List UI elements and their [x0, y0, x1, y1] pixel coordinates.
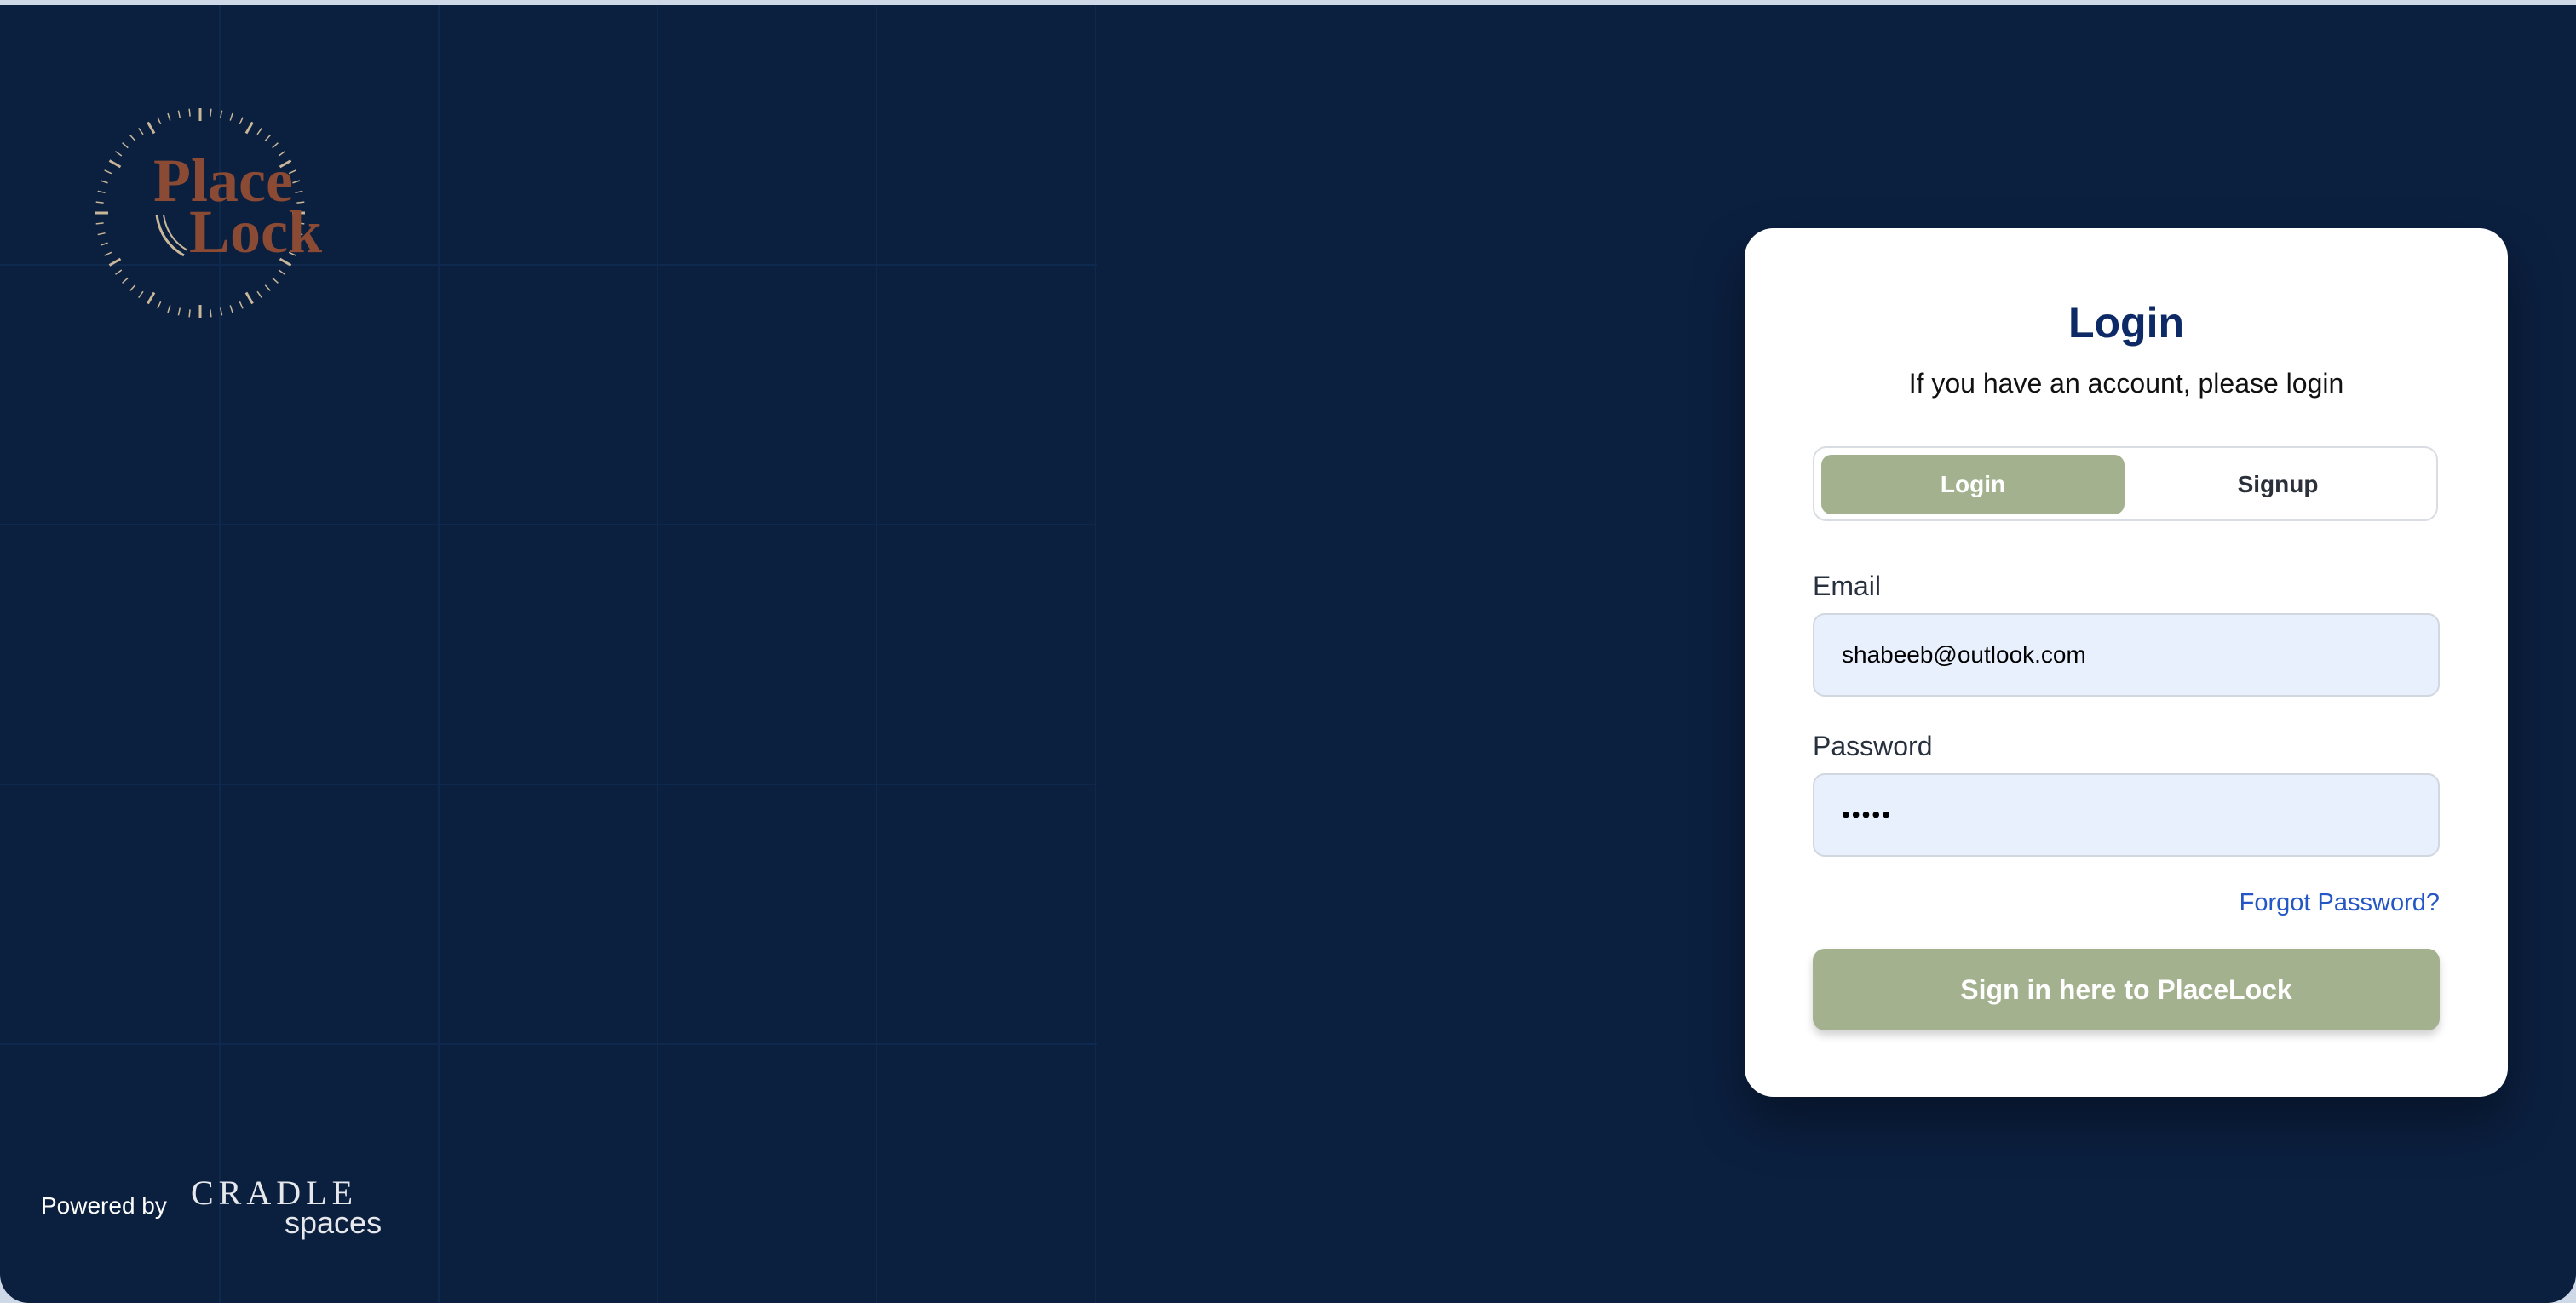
- logo-dial-tick: [292, 180, 301, 184]
- logo-dial-tick: [147, 121, 156, 135]
- browser-viewport: Place Lock Powered by CRADLE spaces Logi…: [0, 0, 2576, 1303]
- logo-dial-tick: [219, 110, 223, 118]
- logo-dial-tick: [188, 309, 191, 318]
- spaces-logo-text: spaces: [285, 1205, 382, 1240]
- auth-tabs: Login Signup: [1813, 446, 2438, 521]
- logo-dial-tick: [97, 190, 106, 194]
- logo-dial-tick: [108, 159, 122, 169]
- logo-dial-tick: [122, 142, 129, 149]
- logo-dial-tick: [210, 309, 212, 318]
- logo-dial-tick: [147, 291, 156, 305]
- logo-dial-tick: [129, 135, 136, 141]
- logo-dial-tick: [177, 110, 181, 118]
- logo-dial-tick: [219, 307, 223, 316]
- password-label: Password: [1813, 731, 1933, 761]
- logo-text-lock: Lock: [189, 198, 322, 266]
- placelock-logo: Place Lock: [95, 108, 322, 318]
- login-card: Login If you have an account, please log…: [1745, 228, 2508, 1097]
- logo-dial-tick: [264, 135, 271, 141]
- logo-dial-tick: [256, 128, 262, 135]
- logo-dial-tick: [115, 269, 123, 275]
- email-field[interactable]: [1813, 613, 2440, 697]
- logo-dial-tick: [129, 284, 136, 291]
- logo-dial-tick: [264, 284, 271, 291]
- email-label: Email: [1813, 571, 1882, 601]
- logo-dial-tick: [108, 257, 122, 267]
- tab-login[interactable]: Login: [1821, 455, 2125, 514]
- logo-dial-tick: [104, 251, 112, 256]
- logo-dial-tick: [167, 305, 171, 313]
- logo-dial-tick: [295, 190, 303, 194]
- logo-dial-tick: [115, 151, 123, 157]
- powered-by: Powered by CRADLE spaces: [41, 1172, 402, 1240]
- logo-dial-tick: [122, 277, 129, 284]
- logo-dial-tick: [229, 112, 233, 121]
- login-page-background: Place Lock Powered by CRADLE spaces Logi…: [0, 5, 2576, 1303]
- sign-in-button[interactable]: Sign in here to PlaceLock: [1813, 949, 2440, 1030]
- logo-dial-tick: [256, 290, 262, 298]
- logo-dial-tick: [210, 108, 212, 117]
- login-title: Login: [2067, 299, 2185, 347]
- logo-dial-tick: [188, 108, 191, 117]
- logo-dial-tick: [272, 277, 279, 284]
- login-subtitle: If you have an account, please login: [1908, 368, 2344, 399]
- logo-dial-tick: [157, 117, 162, 125]
- logo-dial-tick: [100, 242, 108, 246]
- forgot-password-link[interactable]: Forgot Password?: [2240, 889, 2440, 917]
- logo-dial-tick: [278, 269, 285, 275]
- powered-by-label: Powered by: [41, 1192, 167, 1219]
- cradle-spaces-logo: CRADLE spaces: [191, 1174, 382, 1240]
- logo-dial-tick: [244, 121, 254, 135]
- logo-dial-tick: [138, 290, 144, 298]
- logo-dial-tick: [97, 232, 106, 236]
- logo-dial-tick: [167, 112, 171, 121]
- logo-dial-tick: [95, 201, 104, 204]
- tab-signup[interactable]: Signup: [2126, 455, 2429, 514]
- logo-dial-tick: [239, 117, 244, 125]
- logo-dial-tick: [104, 169, 112, 175]
- logo-dial-tick: [229, 305, 233, 313]
- logo-dial-tick: [239, 301, 244, 309]
- logo-dial-tick: [244, 291, 254, 305]
- logo-dial-tick: [95, 222, 104, 225]
- logo-dial-tick: [177, 307, 181, 316]
- logo-dial-tick: [157, 301, 162, 309]
- password-field[interactable]: [1813, 773, 2440, 857]
- logo-dial-tick: [138, 128, 144, 135]
- logo-dial-tick: [100, 180, 108, 184]
